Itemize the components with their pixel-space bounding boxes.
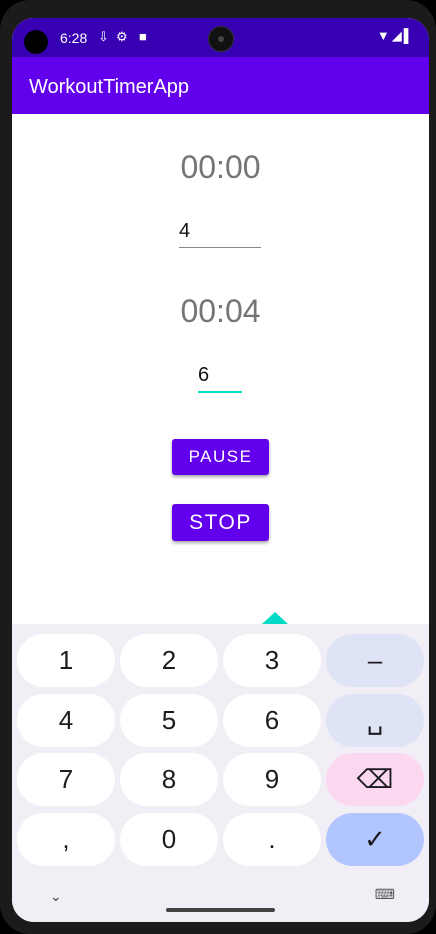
key-4[interactable]: 4	[17, 694, 115, 747]
enter-key[interactable]: ✓	[326, 813, 424, 866]
app-title: WorkoutTimerApp	[29, 76, 190, 98]
battery-icon: ▌	[403, 28, 415, 43]
key-space[interactable]: ␣	[326, 694, 424, 747]
key-1[interactable]: 1	[17, 634, 115, 687]
numeric-keyboard: 1 2 3 – 4 5 6 ␣ 7 8 9 ⌫ , 0 . ✓ ⌄ ⌨	[12, 624, 429, 922]
key-3[interactable]: 3	[223, 634, 321, 687]
front-camera-left	[24, 30, 48, 54]
key-period[interactable]: .	[223, 813, 321, 866]
pause-button[interactable]: PAUSE	[172, 439, 269, 475]
key-2[interactable]: 2	[120, 634, 218, 687]
settings-icon: ⚙	[116, 29, 128, 44]
status-time: 6:28	[60, 30, 88, 46]
app-bar: WorkoutTimerApp	[12, 57, 429, 114]
keyboard-switch-icon[interactable]: ⌨	[375, 886, 395, 903]
status-right-icons: ▼◢▌	[377, 28, 415, 44]
duration-input-1[interactable]: 4	[179, 220, 261, 248]
home-gesture-bar[interactable]	[166, 908, 275, 912]
status-bar: 6:28 ⇩ ⚙ ■ ▼◢▌	[12, 18, 429, 57]
key-0[interactable]: 0	[120, 813, 218, 866]
stop-button[interactable]: STOP	[172, 504, 269, 541]
timer-display-1: 00:00	[180, 149, 261, 185]
sd-card-icon: ■	[139, 29, 147, 44]
wifi-icon: ▼	[376, 28, 392, 43]
key-8[interactable]: 8	[120, 753, 218, 806]
key-5[interactable]: 5	[120, 694, 218, 747]
key-comma[interactable]: ,	[17, 813, 115, 866]
screen: 6:28 ⇩ ⚙ ■ ▼◢▌ WorkoutTimerApp 00:00 4 0…	[12, 18, 429, 922]
text-cursor-handle[interactable]	[262, 612, 288, 624]
front-camera-center	[208, 26, 234, 52]
duration-input-2[interactable]: 6	[198, 364, 242, 393]
usb-icon: ⇩	[98, 29, 109, 44]
signal-icon: ◢	[391, 28, 404, 43]
key-7[interactable]: 7	[17, 753, 115, 806]
key-6[interactable]: 6	[223, 694, 321, 747]
backspace-key[interactable]: ⌫	[326, 753, 424, 806]
timer-display-2: 00:04	[180, 293, 261, 329]
key-minus[interactable]: –	[326, 634, 424, 687]
hide-keyboard-chevron-icon[interactable]: ⌄	[50, 888, 62, 905]
key-9[interactable]: 9	[223, 753, 321, 806]
